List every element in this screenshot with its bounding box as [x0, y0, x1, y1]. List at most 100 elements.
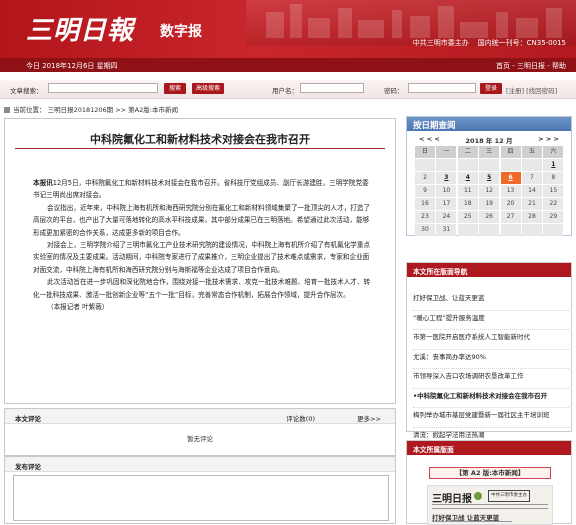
comment-textarea[interactable] [13, 475, 389, 521]
calendar-day: 25 [457, 211, 478, 223]
weekday-label: 三 [479, 146, 500, 158]
calendar-header: 按日期查阅 [407, 117, 571, 131]
weekday-label: 二 [457, 146, 478, 158]
calendar-week-row: 30 31 [415, 224, 565, 237]
calendar-day: 13 [500, 185, 521, 197]
calendar-day: 9 [415, 185, 435, 197]
version-nav-header: 本文所在版面导航 [407, 263, 571, 277]
calendar-day[interactable]: 5 [479, 172, 500, 184]
post-comment-title: 发布评论 [15, 463, 41, 471]
today-date: 今日 2018年12月6日 星期四 [26, 62, 118, 70]
login-button[interactable]: 登录 [480, 83, 502, 94]
thumb-stamp: 中共三明市委主办 [488, 490, 530, 502]
calendar-day: 7 [521, 172, 542, 184]
calendar-nav: < < < 2018 年 12 月 > > > [407, 133, 571, 145]
calendar-day: 21 [521, 198, 542, 210]
no-comments-text: 暂无评论 [187, 435, 213, 443]
calendar-day[interactable]: 1 [543, 159, 564, 171]
calendar-week-row: 9 10 11 12 13 14 15 [415, 185, 565, 198]
password-label: 密码： [384, 87, 404, 95]
calendar-day: 30 [415, 224, 435, 236]
publisher-info: 中共三明市委主办 国内统一刊号：CN35-0015 [413, 38, 566, 48]
calendar-week-row: 1 [415, 159, 565, 172]
calendar-day: 12 [479, 185, 500, 197]
breadcrumb: 当前位置： 三明日报20181206期 >> 第A2版:本市新闻 [4, 104, 178, 114]
date-calendar: 按日期查阅 < < < 2018 年 12 月 > > > 日一二三四五六123… [406, 116, 572, 236]
calendar-empty-cell [521, 159, 542, 171]
version-nav-item[interactable]: 打好保卫战、让蓝天更蓝 [413, 291, 569, 311]
weekday-label: 日 [415, 146, 435, 158]
version-nav-item[interactable]: 市第一医院开启医疗系统人工智能新时代 [413, 330, 569, 350]
search-button[interactable]: 搜索 [164, 83, 186, 94]
reporter-credit: （本报记者 叶紫薇） [47, 303, 109, 312]
comment-header: 本文评论 评论数(0) 更多>> [5, 409, 395, 424]
username-label: 用户名： [272, 87, 298, 95]
calendar-day: 14 [521, 185, 542, 197]
calendar-day: 10 [436, 185, 457, 197]
calendar-empty-cell [500, 159, 521, 171]
thumb-masthead: 三明日报 [432, 494, 472, 505]
calendar-day: 11 [457, 185, 478, 197]
top-links[interactable]: 首页 - 三明日报 - 帮助 [496, 61, 566, 71]
version-nav-item[interactable]: 市领导深入吉口农场调研农垦改革工作 [413, 369, 569, 389]
advanced-search-button[interactable]: 高级搜索 [192, 83, 224, 94]
calendar-day: 26 [479, 211, 500, 223]
post-comment-panel: 发布评论 [4, 456, 396, 524]
publisher: 中共三明市委主办 [412, 39, 469, 47]
weekday-label: 五 [521, 146, 542, 158]
calendar-empty-cell [479, 159, 500, 171]
calendar-day: 8 [543, 172, 564, 184]
weekday-label: 四 [500, 146, 521, 158]
username-input[interactable] [300, 83, 364, 93]
version-nav-item[interactable]: •中科院氟化工和新材料技术对接会在我市召开 [413, 389, 569, 408]
calendar-week-row: 23 24 25 26 27 28 29 [415, 211, 565, 224]
masthead-banner: 三明日報 数字报 中共三明市委主办 国内统一刊号：CN35-0015 [0, 0, 576, 58]
logo: 三明日報 [26, 16, 135, 46]
calendar-empty-cell [457, 224, 478, 236]
calendar-weekday-row: 日一二三四五六 [415, 146, 565, 159]
version-nav-item[interactable]: “暖心工程”提升服务温度 [413, 311, 569, 330]
calendar-day: 24 [436, 211, 457, 223]
version-nav-item[interactable]: 梅列举办城市基层党建暨新一届社区主干培训班 [413, 408, 569, 428]
weekday-label: 六 [543, 146, 564, 158]
breadcrumb-text[interactable]: 当前位置： 三明日报20181206期 >> 第A2版:本市新闻 [13, 106, 178, 114]
article-paragraph: 本报讯12月5日，中科院氟化工和新材料技术对接会在我市召开。省科技厅党组成员、副… [33, 179, 369, 200]
calendar-week-row: 16 17 18 19 20 21 22 [415, 198, 565, 211]
next-month-button[interactable]: > > > [538, 135, 559, 143]
article-body: 本报讯12月5日，中科院氟化工和新材料技术对接会在我市召开。省科技厅党组成员、副… [33, 177, 375, 313]
register-links[interactable]: [注册] [找回密码] [506, 85, 557, 95]
calendar-day: 28 [521, 211, 542, 223]
calendar-empty-cell [436, 159, 457, 171]
calendar-empty-cell [479, 224, 500, 236]
calendar-day: 19 [479, 198, 500, 210]
calendar-day: 20 [500, 198, 521, 210]
search-input[interactable] [48, 83, 158, 93]
cn-number: 国内统一刊号：CN35-0015 [477, 39, 566, 47]
title-divider [15, 148, 385, 149]
article-paragraph: 会议指出，近年来，中科院上海有机所和海西研究院分别在氟化工和新材料领域集聚了一批… [33, 203, 371, 237]
password-input[interactable] [408, 83, 476, 93]
calendar-empty-cell [500, 224, 521, 236]
calendar-day[interactable]: 6 [500, 172, 521, 184]
article-paragraph: 对接会上，三明学院介绍了三明市氟化工产业技术研究院的建设情况，中科院上海有机所介… [33, 241, 371, 274]
calendar-day[interactable]: 3 [436, 172, 457, 184]
location-icon [4, 107, 10, 113]
logo-subtitle: 数字报 [160, 24, 202, 40]
article-title: 中科院氟化工和新材料技术对接会在我市召开 [90, 133, 310, 146]
lead-label: 本报讯 [33, 179, 53, 187]
article-panel: 中科院氟化工和新材料技术对接会在我市召开 本报讯12月5日，中科院氟化工和新材料… [4, 118, 396, 404]
calendar-day: 17 [436, 198, 457, 210]
calendar-empty-cell [521, 224, 542, 236]
comment-more-link[interactable]: 更多>> [357, 413, 381, 423]
calendar-empty-cell [415, 159, 435, 171]
search-label: 文章搜索： [10, 87, 43, 95]
comment-title: 本文评论 [15, 415, 41, 423]
article-paragraph: 此次活动旨在进一步巩固和深化院地合作，围绕对接一批技术需求、攻克一批技术难题、培… [33, 278, 371, 299]
calendar-day: 23 [415, 211, 435, 223]
page-label[interactable]: 【第 A2 版:本市新闻】 [429, 467, 551, 479]
comment-count[interactable]: 评论数(0) [286, 413, 315, 423]
version-nav-item[interactable]: 尤溪：丧事简办率达90% [413, 350, 569, 369]
calendar-day[interactable]: 4 [457, 172, 478, 184]
calendar-empty-cell [543, 224, 564, 236]
page-thumbnail[interactable]: 三明日报 中共三明市委主办 打好保卫战 让蓝天更蓝 [427, 485, 553, 525]
